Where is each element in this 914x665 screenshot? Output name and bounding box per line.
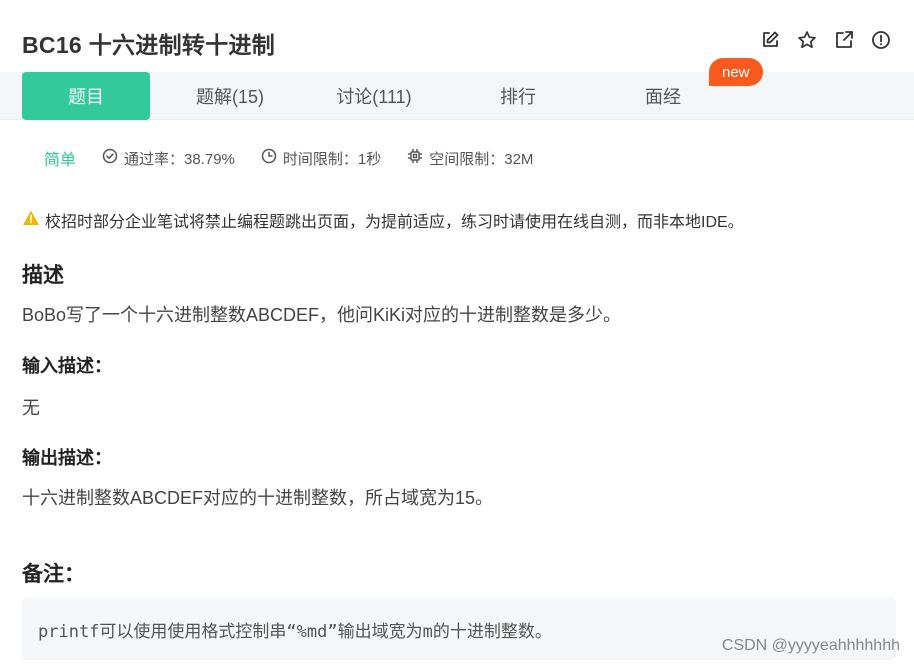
time-limit-text: 时间限制：1秒 bbox=[282, 150, 382, 168]
space-limit-text: 空间限制：32M bbox=[429, 150, 534, 168]
external-link-icon bbox=[834, 30, 854, 55]
favorite-button[interactable] bbox=[795, 31, 818, 54]
tab-discussion[interactable]: 讨论(111) bbox=[314, 72, 434, 120]
problem-title: BC16 十六进制转十进制 bbox=[22, 32, 276, 58]
space-limit: 空间限制：32M bbox=[407, 148, 533, 169]
tab-solutions[interactable]: 题解(15) bbox=[170, 72, 290, 120]
report-button[interactable] bbox=[869, 31, 892, 54]
chip-icon bbox=[407, 148, 429, 168]
description-heading: 描述 bbox=[22, 264, 64, 287]
input-description-heading: 输入描述： bbox=[22, 356, 112, 376]
problem-toolbar bbox=[758, 31, 892, 54]
notice-text: 校招时部分企业笔试将禁止编程题跳出页面，为提前适应，练习时请使用在线自测，而非本… bbox=[45, 214, 744, 231]
exam-notice: 校招时部分企业笔试将禁止编程题跳出页面，为提前适应，练习时请使用在线自测，而非本… bbox=[22, 208, 744, 232]
edit-icon bbox=[760, 30, 780, 55]
pass-rate: 通过率：38.79% bbox=[102, 148, 235, 169]
tab-ranking[interactable]: 排行 bbox=[458, 72, 578, 120]
clock-icon bbox=[261, 148, 283, 168]
note-heading: 备注： bbox=[22, 563, 85, 586]
difficulty-label: 简单 bbox=[44, 152, 77, 169]
tab-bar: 题目 题解(15) 讨论(111) 排行 面经 bbox=[0, 72, 914, 120]
time-limit: 时间限制：1秒 bbox=[261, 148, 381, 169]
pass-rate-text: 通过率：38.79% bbox=[124, 150, 235, 168]
share-button[interactable] bbox=[832, 31, 855, 54]
problem-meta: 简单 通过率：38.79% 时间限制：1秒 空间限制：32M bbox=[44, 146, 559, 170]
star-icon bbox=[797, 30, 817, 55]
edit-button[interactable] bbox=[758, 31, 781, 54]
check-circle-icon bbox=[102, 148, 124, 168]
note-code-text: printf可以使用使用格式控制串“%md”输出域宽为m的十进制整数。 bbox=[38, 622, 552, 642]
input-description-text: 无 bbox=[22, 398, 40, 418]
watermark: CSDN @yyyyeahhhhhhh bbox=[721, 637, 900, 654]
new-badge: new bbox=[709, 58, 763, 86]
output-description-heading: 输出描述： bbox=[22, 448, 112, 468]
problem-header: BC16 十六进制转十进制 bbox=[0, 0, 914, 72]
output-description-text: 十六进制整数ABCDEF对应的十进制整数，所占域宽为15。 bbox=[22, 488, 494, 508]
tab-problem[interactable]: 题目 bbox=[22, 72, 150, 120]
info-icon bbox=[871, 30, 891, 55]
warning-icon bbox=[22, 209, 45, 232]
description-text: BoBo写了一个十六进制整数ABCDEF，他问KiKi对应的十进制整数是多少。 bbox=[22, 305, 622, 325]
tab-interview[interactable]: 面经 bbox=[603, 72, 723, 120]
